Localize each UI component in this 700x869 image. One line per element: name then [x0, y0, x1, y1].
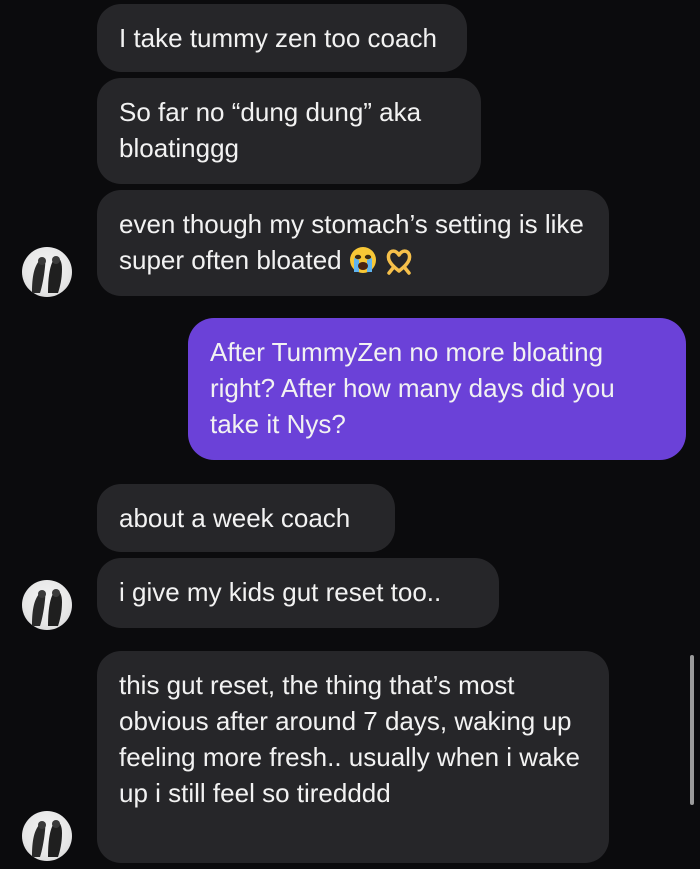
message-text: about a week coach — [119, 503, 351, 533]
avatar[interactable] — [22, 247, 72, 297]
outgoing-message[interactable]: After TummyZen no more bloating right? A… — [188, 318, 686, 460]
chat-thread: I take tummy zen too coach So far no “du… — [0, 0, 700, 869]
incoming-message[interactable]: about a week coach — [97, 484, 395, 552]
incoming-message[interactable]: even though my stomach’s setting is like… — [97, 190, 609, 296]
incoming-message[interactable]: So far no “dung dung” aka bloatinggg — [97, 78, 481, 184]
scrollbar[interactable] — [690, 655, 694, 805]
incoming-message[interactable]: i give my kids gut reset too.. — [97, 558, 499, 628]
message-text: i give my kids gut reset too.. — [119, 577, 442, 607]
avatar[interactable] — [22, 811, 72, 861]
incoming-message[interactable]: I take tummy zen too coach — [97, 4, 467, 72]
avatar[interactable] — [22, 580, 72, 630]
crying-face-icon — [348, 245, 378, 284]
message-text: So far no “dung dung” aka bloatinggg — [119, 97, 422, 163]
message-text: After TummyZen no more bloating right? A… — [210, 337, 615, 439]
message-text: I take tummy zen too coach — [119, 23, 437, 53]
heart-hands-icon — [384, 245, 414, 284]
incoming-message[interactable]: this gut reset, the thing that’s most ob… — [97, 651, 609, 863]
message-text: this gut reset, the thing that’s most ob… — [119, 670, 581, 808]
